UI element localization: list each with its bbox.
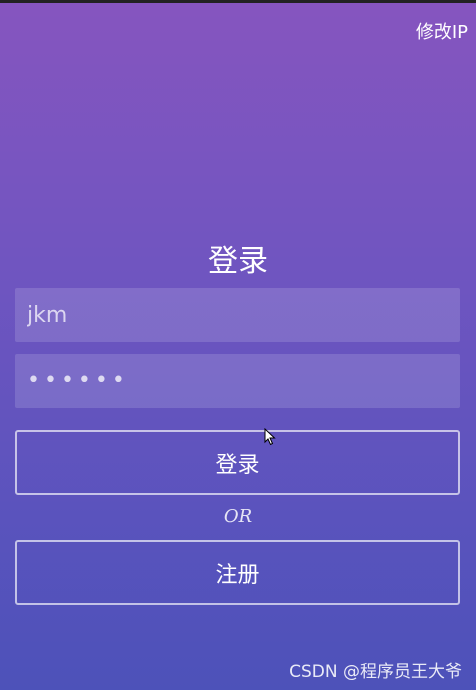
or-divider-label: OR <box>223 506 253 527</box>
page-title: 登录 <box>208 244 268 279</box>
username-input[interactable] <box>15 288 460 342</box>
register-button-label: 注册 <box>215 562 260 588</box>
status-bar-strip <box>0 0 476 3</box>
register-button[interactable]: 注册 <box>15 540 460 605</box>
password-input[interactable]: •••••• <box>27 354 129 408</box>
mouse-pointer-icon <box>264 428 276 446</box>
login-button-label: 登录 <box>215 452 260 478</box>
username-field-container <box>15 288 460 342</box>
login-screen: 修改IP 登录 •••••• 登录 OR 注册 CSDN @程序员王大爷 <box>0 0 476 690</box>
modify-ip-button[interactable]: 修改IP <box>416 18 468 44</box>
watermark: CSDN @程序员王大爷 <box>289 662 462 682</box>
password-field-container[interactable]: •••••• <box>15 354 460 408</box>
login-button[interactable]: 登录 <box>15 430 460 495</box>
